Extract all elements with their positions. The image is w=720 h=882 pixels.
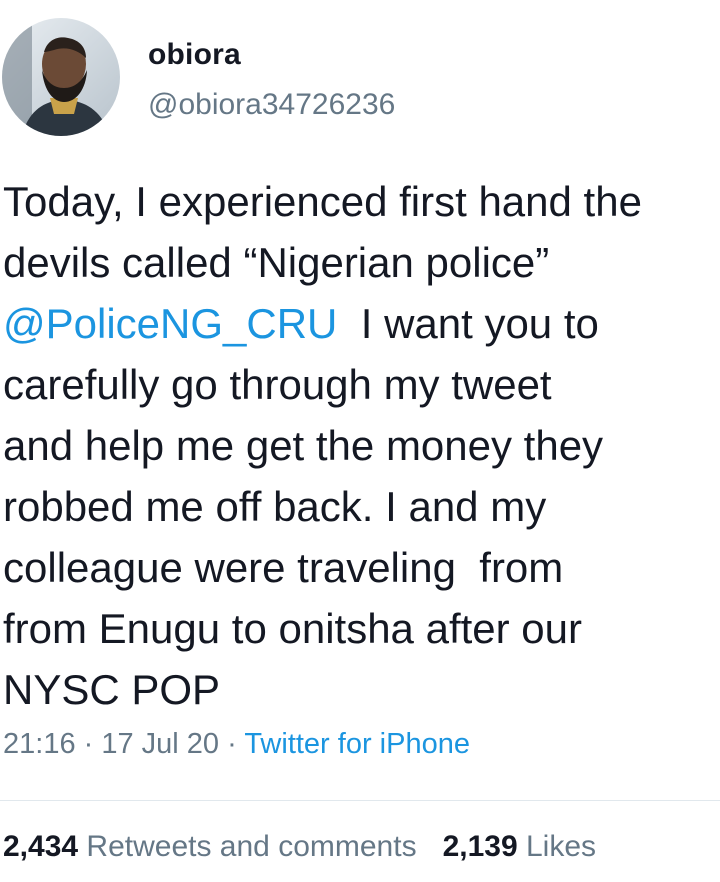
tweet-stats: 2,434 Retweets and comments 2,139 Likes bbox=[3, 830, 596, 864]
retweets-label: Retweets and comments bbox=[86, 830, 417, 863]
meta-separator: · bbox=[219, 728, 245, 760]
tweet-line: and help me get the money they bbox=[3, 422, 604, 469]
user-handle[interactable]: @obiora34726236 bbox=[148, 88, 395, 122]
tweet-line: @PoliceNG_CRU I want you to bbox=[3, 300, 599, 347]
retweets-count: 2,434 bbox=[3, 830, 79, 863]
tweet-line: Today, I experienced first hand the bbox=[3, 178, 642, 225]
tweet-line: from Enugu to onitsha after our bbox=[3, 605, 582, 652]
avatar[interactable] bbox=[2, 18, 120, 136]
retweets-stat[interactable]: 2,434 Retweets and comments bbox=[3, 830, 417, 863]
likes-label: Likes bbox=[526, 830, 597, 863]
meta-separator: · bbox=[75, 728, 102, 760]
display-name[interactable]: obiora bbox=[148, 38, 241, 72]
tweet-text: Today, I experienced first hand the devi… bbox=[3, 171, 720, 720]
mention-link[interactable]: @PoliceNG_CRU bbox=[3, 300, 337, 347]
tweet-header: obiora @obiora34726236 bbox=[0, 18, 720, 142]
divider bbox=[0, 800, 720, 801]
tweet-line: robbed me off back. I and my bbox=[3, 483, 547, 530]
likes-count: 2,139 bbox=[442, 830, 518, 863]
tweet-date[interactable]: 17 Jul 20 bbox=[101, 728, 219, 760]
likes-stat[interactable]: 2,139 Likes bbox=[443, 830, 596, 863]
tweet-line: colleague were traveling from bbox=[3, 544, 564, 591]
tweet-meta: 21:16 · 17 Jul 20 · Twitter for iPhone bbox=[3, 728, 470, 761]
tweet-time[interactable]: 21:16 bbox=[3, 728, 76, 760]
avatar-photo bbox=[2, 18, 120, 136]
tweet-source-link[interactable]: Twitter for iPhone bbox=[244, 728, 470, 760]
tweet-line: carefully go through my tweet bbox=[3, 361, 552, 408]
tweet-line: NYSC POP bbox=[3, 666, 221, 713]
tweet-line: devils called “Nigerian police” bbox=[3, 239, 550, 286]
